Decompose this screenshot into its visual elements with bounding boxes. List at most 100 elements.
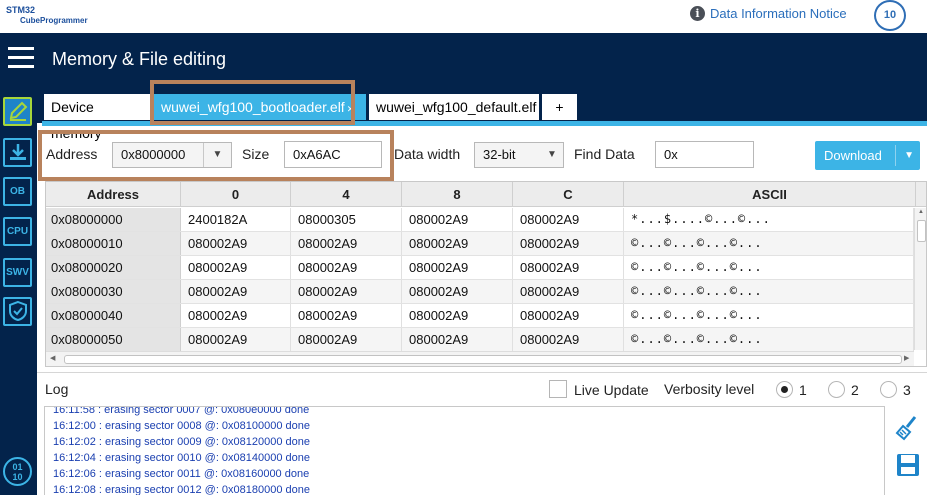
log-line: 16:12:06 : erasing sector 0011 @: 0x0816…: [53, 468, 310, 480]
data-information-notice[interactable]: i Data Information Notice: [690, 6, 847, 21]
column-header-c[interactable]: C: [513, 182, 624, 207]
menu-icon[interactable]: [8, 47, 34, 69]
table-cell[interactable]: 080002A9: [181, 328, 291, 351]
column-header-ascii[interactable]: ASCII: [624, 182, 916, 207]
table-cell[interactable]: 080002A9: [513, 256, 624, 279]
table-cell[interactable]: 080002A9: [291, 232, 402, 255]
verbosity-label: Verbosity level: [664, 381, 755, 397]
data-width-select[interactable]: 32-bit ▼: [474, 142, 564, 168]
column-header-8[interactable]: 8: [402, 182, 513, 207]
log-line: 16:12:02 : erasing sector 0009 @: 0x0812…: [53, 436, 311, 448]
tab-highlight-box: [150, 80, 355, 125]
table-cell[interactable]: 080002A9: [181, 256, 291, 279]
app-logo: STM32 CubeProgrammer: [6, 3, 88, 29]
tab-device-memory[interactable]: Device memory: [44, 94, 152, 141]
tab-default-elf[interactable]: wuwei_wfg100_default.elf: [369, 94, 539, 120]
table-cell[interactable]: 080002A9: [513, 232, 624, 255]
scroll-thumb[interactable]: [64, 355, 902, 364]
table-cell-ascii: ©...©...©...©...: [624, 256, 914, 279]
table-cell[interactable]: 080002A9: [181, 232, 291, 255]
logo-text-line2: CubeProgrammer: [20, 16, 88, 25]
table-cell[interactable]: 080002A9: [402, 328, 513, 351]
table-cell[interactable]: 080002A9: [513, 208, 624, 231]
table-cell[interactable]: 080002A9: [402, 280, 513, 303]
broom-clear-icon[interactable]: [895, 415, 921, 441]
scroll-right-icon[interactable]: ▶: [904, 354, 909, 362]
table-row[interactable]: 0x08000040 080002A9 080002A9 080002A9 08…: [46, 304, 914, 328]
add-tab-button[interactable]: +: [542, 94, 577, 120]
table-cell[interactable]: 080002A9: [513, 304, 624, 327]
table-cell[interactable]: 080002A9: [291, 256, 402, 279]
table-cell[interactable]: 080002A9: [291, 280, 402, 303]
live-update-checkbox[interactable]: [549, 380, 567, 398]
sidebar-item-binary[interactable]: 01 10: [3, 457, 32, 486]
table-horizontal-scrollbar[interactable]: ◀ ▶: [46, 351, 914, 366]
table-cell[interactable]: 080002A9: [181, 280, 291, 303]
table-cell[interactable]: 080002A9: [402, 256, 513, 279]
sidebar-item-cpu[interactable]: CPU: [3, 217, 32, 246]
table-header: Address 0 4 8 C ASCII: [46, 182, 926, 207]
top-bar: STM32 CubeProgrammer i Data Information …: [0, 0, 927, 33]
log-line: 16:12:08 : erasing sector 0012 @: 0x0818…: [53, 484, 311, 495]
find-data-label: Find Data: [574, 146, 635, 162]
data-information-notice-link[interactable]: Data Information Notice: [710, 6, 847, 21]
table-row[interactable]: 0x08000030 080002A9 080002A9 080002A9 08…: [46, 280, 914, 304]
log-line: 16:11:58 : erasing sector 0007 @: 0x080e…: [53, 406, 310, 416]
column-header-4[interactable]: 4: [291, 182, 402, 207]
log-line: 16:12:04 : erasing sector 0010 @: 0x0814…: [53, 452, 311, 464]
sidebar-item-memory-edit[interactable]: [3, 97, 32, 126]
table-row[interactable]: 0x08000010 080002A9 080002A9 080002A9 08…: [46, 232, 914, 256]
live-update-label: Live Update: [574, 382, 649, 398]
table-cell-ascii: ©...©...©...©...: [624, 328, 914, 351]
table-cell[interactable]: 2400182A: [181, 208, 291, 231]
verbosity-option-1: 1: [799, 382, 807, 398]
table-cell[interactable]: 080002A9: [402, 232, 513, 255]
sidebar-item-download[interactable]: [3, 138, 32, 167]
anniversary-badge-icon: 10: [874, 0, 906, 31]
table-cell[interactable]: 08000305: [291, 208, 402, 231]
sidebar-item-ob[interactable]: OB: [3, 177, 32, 206]
column-header-address[interactable]: Address: [46, 182, 181, 207]
table-cell-address: 0x08000010: [46, 232, 181, 255]
scroll-left-icon[interactable]: ◀: [50, 354, 55, 362]
table-cell-address: 0x08000040: [46, 304, 181, 327]
binary-icon: 01 10: [12, 462, 23, 482]
table-row[interactable]: 0x08000050 080002A9 080002A9 080002A9 08…: [46, 328, 914, 352]
table-cell-ascii: ©...©...©...©...: [624, 280, 914, 303]
verbosity-radio-2[interactable]: [828, 381, 845, 398]
chevron-down-icon[interactable]: ▼: [541, 143, 563, 167]
logo-text-line1: STM32: [6, 5, 36, 15]
memory-table: Address 0 4 8 C ASCII 0x08000000 2400182…: [45, 181, 927, 367]
data-width-label: Data width: [394, 146, 461, 162]
column-header-0[interactable]: 0: [181, 182, 291, 207]
verbosity-radio-3[interactable]: [880, 381, 897, 398]
table-cell[interactable]: 080002A9: [291, 304, 402, 327]
table-cell[interactable]: 080002A9: [291, 328, 402, 351]
scroll-up-icon[interactable]: ▲: [918, 209, 924, 215]
log-output[interactable]: 16:11:58 : erasing sector 0007 @: 0x080e…: [44, 406, 885, 495]
find-data-field[interactable]: 0x: [655, 141, 754, 168]
log-title: Log: [45, 381, 69, 397]
chevron-down-icon[interactable]: ▼: [904, 141, 914, 170]
download-icon: [9, 144, 26, 160]
table-row[interactable]: 0x08000000 2400182A 08000305 080002A9 08…: [46, 208, 914, 232]
table-cell-address: 0x08000030: [46, 280, 181, 303]
table-vertical-scrollbar[interactable]: ▲: [914, 208, 926, 350]
table-cell[interactable]: 080002A9: [513, 280, 624, 303]
download-button[interactable]: Download ▼: [815, 141, 920, 170]
table-cell-address: 0x08000050: [46, 328, 181, 351]
scroll-thumb[interactable]: [917, 220, 926, 242]
table-cell[interactable]: 080002A9: [402, 208, 513, 231]
verbosity-radio-1[interactable]: [776, 381, 793, 398]
shield-icon: [8, 300, 27, 322]
table-cell[interactable]: 080002A9: [513, 328, 624, 351]
table-row[interactable]: 0x08000020 080002A9 080002A9 080002A9 08…: [46, 256, 914, 280]
table-cell[interactable]: 080002A9: [181, 304, 291, 327]
page-title: Memory & File editing: [52, 49, 227, 69]
table-cell[interactable]: 080002A9: [402, 304, 513, 327]
save-icon[interactable]: [895, 452, 921, 478]
sidebar-item-swv[interactable]: SWV: [3, 258, 32, 287]
divider: [37, 372, 927, 373]
log-line: 16:12:00 : erasing sector 0008 @: 0x0810…: [53, 420, 311, 432]
sidebar-item-security[interactable]: [3, 297, 32, 326]
